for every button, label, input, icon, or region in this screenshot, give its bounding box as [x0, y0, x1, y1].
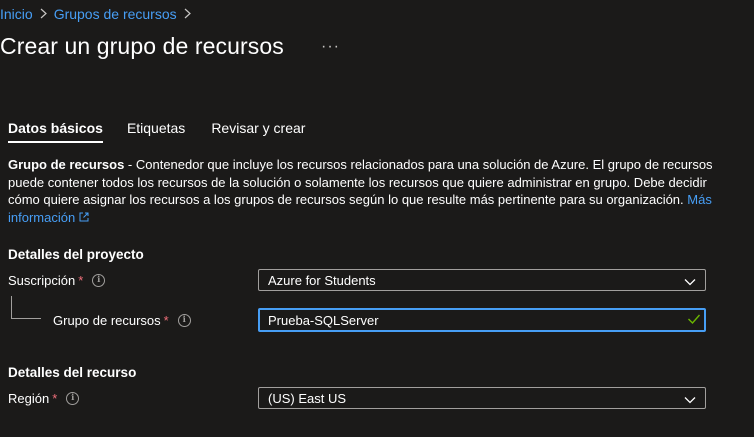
subscription-value: Azure for Students	[268, 272, 376, 288]
chevron-down-icon	[684, 392, 696, 407]
external-link-icon	[79, 210, 89, 225]
required-marker: *	[52, 391, 58, 406]
chevron-right-icon	[184, 7, 191, 22]
more-options-button[interactable]: ···	[321, 38, 340, 56]
tab-bar: Datos básicos Etiquetas Revisar y crear	[8, 120, 329, 143]
breadcrumb-home-link[interactable]: Inicio	[0, 6, 33, 22]
required-marker: *	[78, 273, 84, 288]
info-icon[interactable]: i	[66, 392, 80, 405]
checkmark-icon	[687, 313, 701, 328]
tab-basics[interactable]: Datos básicos	[8, 120, 103, 143]
page-title: Crear un grupo de recursos	[0, 33, 284, 59]
tree-connector-horizontal	[11, 318, 41, 319]
resource-details-heading: Detalles del recurso	[8, 365, 137, 380]
subscription-dropdown[interactable]: Azure for Students	[258, 269, 706, 291]
required-marker: *	[163, 313, 169, 328]
region-value: (US) East US	[268, 390, 347, 406]
subscription-label-text: Suscripción	[8, 273, 76, 288]
resource-group-label: Grupo de recursos * i	[53, 313, 191, 328]
subscription-label: Suscripción * i	[8, 273, 106, 288]
region-label-text: Región	[8, 391, 50, 406]
region-label: Región * i	[8, 391, 80, 406]
tab-review-create[interactable]: Revisar y crear	[211, 120, 305, 143]
info-icon[interactable]: i	[177, 314, 191, 327]
description-text: Grupo de recursos - Contenedor que inclu…	[8, 156, 720, 226]
chevron-down-icon	[684, 274, 696, 289]
tab-tags[interactable]: Etiquetas	[127, 120, 185, 143]
tree-connector-vertical	[11, 296, 12, 318]
project-details-heading: Detalles del proyecto	[8, 247, 144, 262]
region-dropdown[interactable]: (US) East US	[258, 387, 706, 409]
description-bold-term: Grupo de recursos	[8, 157, 125, 172]
resource-group-value: Prueba-SQLServer	[268, 312, 379, 328]
chevron-right-icon	[40, 7, 47, 22]
info-icon[interactable]: i	[92, 274, 106, 287]
breadcrumb: Inicio Grupos de recursos	[0, 6, 198, 22]
resource-group-label-text: Grupo de recursos	[53, 313, 161, 328]
resource-group-input[interactable]: Prueba-SQLServer	[258, 308, 706, 332]
breadcrumb-resource-groups-link[interactable]: Grupos de recursos	[54, 6, 177, 22]
